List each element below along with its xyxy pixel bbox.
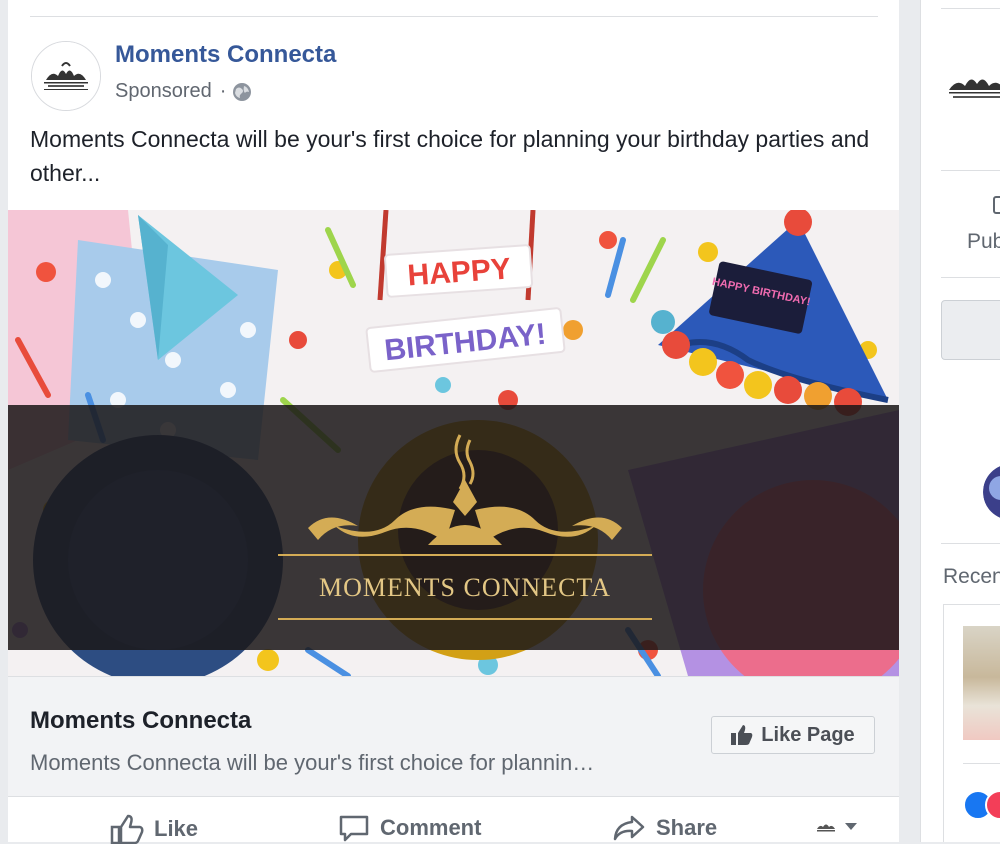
recent-post-thumbnail[interactable] bbox=[963, 626, 1000, 740]
divider bbox=[941, 8, 1000, 9]
divider bbox=[30, 16, 878, 17]
divider bbox=[941, 170, 1000, 171]
like-button[interactable]: Like bbox=[110, 814, 198, 844]
divider bbox=[963, 763, 1000, 764]
page-mini-logo-icon bbox=[814, 820, 838, 834]
crown-logo-icon bbox=[32, 42, 100, 110]
post-text: Moments Connecta will be your's first ch… bbox=[30, 126, 870, 186]
globe-icon[interactable] bbox=[232, 82, 252, 102]
page-logo-thumbnail[interactable] bbox=[945, 62, 1000, 112]
chevron-down-icon bbox=[845, 823, 857, 830]
share-icon bbox=[613, 815, 645, 841]
comment-label: Comment bbox=[380, 815, 482, 840]
share-button[interactable]: Share bbox=[612, 814, 717, 842]
link-preview[interactable]: Moments Connecta Moments Connecta will b… bbox=[8, 676, 899, 797]
brand-wordmark: MOMENTS CONNECTA bbox=[319, 573, 611, 602]
link-description[interactable]: Moments Connecta will be your's first ch… bbox=[30, 750, 594, 776]
sidebar-public-label: Pub bbox=[967, 230, 1000, 253]
post-actions: Like Comment Share bbox=[8, 796, 899, 844]
divider bbox=[941, 277, 1000, 278]
like-page-label: Like Page bbox=[761, 723, 855, 746]
like-icon bbox=[110, 814, 144, 844]
reaction-icons[interactable] bbox=[963, 790, 1000, 820]
sidebar-button[interactable] bbox=[941, 300, 1000, 360]
link-title[interactable]: Moments Connecta bbox=[30, 707, 251, 735]
page-name-link[interactable]: Moments Connecta bbox=[115, 41, 336, 69]
divider bbox=[941, 543, 1000, 544]
like-label: Like bbox=[154, 816, 199, 841]
page-avatar[interactable] bbox=[31, 41, 101, 111]
post-meta: Sponsored · bbox=[115, 80, 252, 103]
page-type-icon bbox=[993, 196, 1000, 214]
post-as-selector[interactable] bbox=[814, 820, 858, 834]
sponsored-label[interactable]: Sponsored bbox=[115, 80, 212, 103]
sidebar-avatar[interactable] bbox=[983, 464, 1000, 520]
right-sidebar: Pub Recen bbox=[920, 0, 1000, 842]
like-page-button[interactable]: Like Page bbox=[711, 716, 875, 754]
sponsored-post: Moments Connecta Sponsored · Moments Con… bbox=[8, 0, 899, 844]
thumbs-up-icon bbox=[731, 725, 753, 745]
share-label: Share bbox=[656, 815, 718, 840]
meta-separator: · bbox=[219, 80, 227, 102]
sidebar-recent-heading: Recen bbox=[943, 565, 1000, 588]
comment-icon bbox=[339, 815, 369, 842]
ad-banner-image[interactable]: HAPPY BIRTHDAY! HAPPY BIRTHDAY! MOMENTS … bbox=[8, 210, 899, 676]
comment-button[interactable]: Comment bbox=[338, 814, 481, 842]
